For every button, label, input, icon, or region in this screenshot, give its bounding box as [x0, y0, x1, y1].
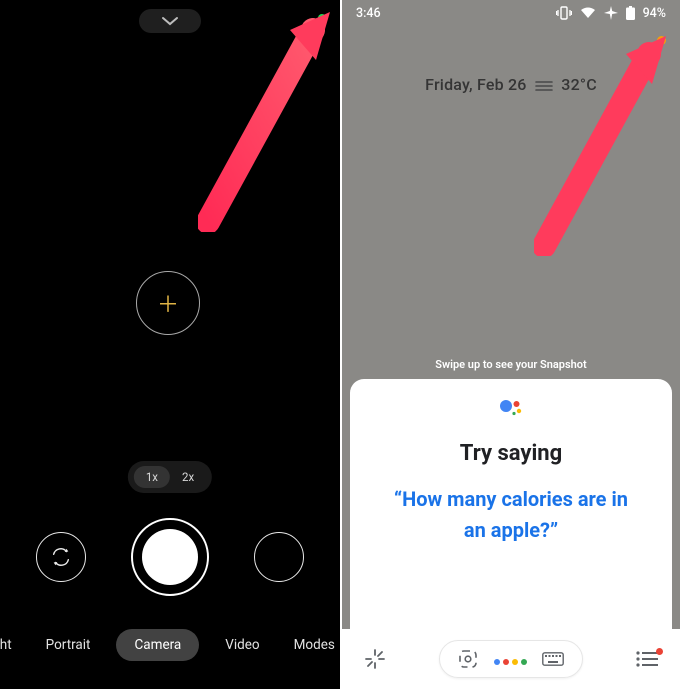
- flip-camera-icon: [50, 546, 72, 568]
- airplane-icon: [604, 6, 618, 20]
- switch-camera-button[interactable]: [36, 532, 86, 582]
- shutter-button[interactable]: [131, 518, 209, 596]
- zoom-2x[interactable]: 2x: [170, 466, 206, 488]
- google-dots-icon: [492, 650, 528, 669]
- wifi-icon: [580, 7, 596, 19]
- more-icon[interactable]: [636, 651, 658, 667]
- try-saying-heading: Try saying: [460, 441, 562, 466]
- comparison-stage: ＋ 1x 2x t Sight Portrait Camera Video Mo…: [0, 0, 680, 689]
- assistant-logo-icon: [499, 397, 523, 419]
- zoom-1x[interactable]: 1x: [134, 466, 170, 488]
- mode-video[interactable]: Video: [217, 629, 267, 661]
- plus-icon: ＋: [157, 287, 179, 319]
- lens-icon: [458, 649, 478, 669]
- status-icons: 94%: [556, 6, 666, 21]
- phone-assistant: Friday, Feb 26 32°C 3:46 94% Swipe up to…: [342, 0, 680, 689]
- annotation-arrow-left: [198, 12, 338, 232]
- chevron-down-icon: [161, 16, 179, 26]
- camera-controls: [0, 510, 340, 600]
- camera-privacy-indicator: [318, 14, 326, 22]
- status-bar: 3:46 94%: [342, 0, 680, 26]
- snapshot-hint: Swipe up to see your Snapshot: [342, 358, 680, 371]
- mode-strip[interactable]: t Sight Portrait Camera Video Modes: [0, 625, 340, 665]
- battery-icon: [626, 6, 635, 20]
- keyboard-icon: [542, 652, 564, 666]
- mic-privacy-indicator: [657, 36, 666, 45]
- status-time: 3:46: [356, 6, 381, 21]
- mode-camera[interactable]: Camera: [116, 629, 199, 661]
- mode-modes[interactable]: Modes: [286, 629, 340, 661]
- assistant-input-pill[interactable]: [439, 640, 583, 678]
- notification-dot: [656, 648, 663, 655]
- zoom-switch[interactable]: 1x 2x: [128, 461, 212, 493]
- phone-camera: ＋ 1x 2x t Sight Portrait Camera Video Mo…: [0, 0, 340, 689]
- gallery-thumbnail[interactable]: [254, 532, 304, 582]
- shutter-inner: [142, 529, 198, 585]
- settings-pill[interactable]: [139, 9, 201, 33]
- mode-portrait[interactable]: Portrait: [38, 629, 99, 661]
- battery-text: 94%: [643, 6, 666, 21]
- focus-reticle[interactable]: ＋: [136, 271, 200, 335]
- assistant-sheet[interactable]: Try saying “How many calories are in an …: [350, 379, 672, 637]
- vibrate-icon: [556, 6, 572, 20]
- assistant-bottom-bar: [342, 629, 680, 689]
- explore-icon[interactable]: [364, 648, 386, 670]
- mode-night-sight[interactable]: t Sight: [0, 629, 20, 661]
- suggested-phrase[interactable]: “How many calories are in an apple?”: [368, 484, 654, 546]
